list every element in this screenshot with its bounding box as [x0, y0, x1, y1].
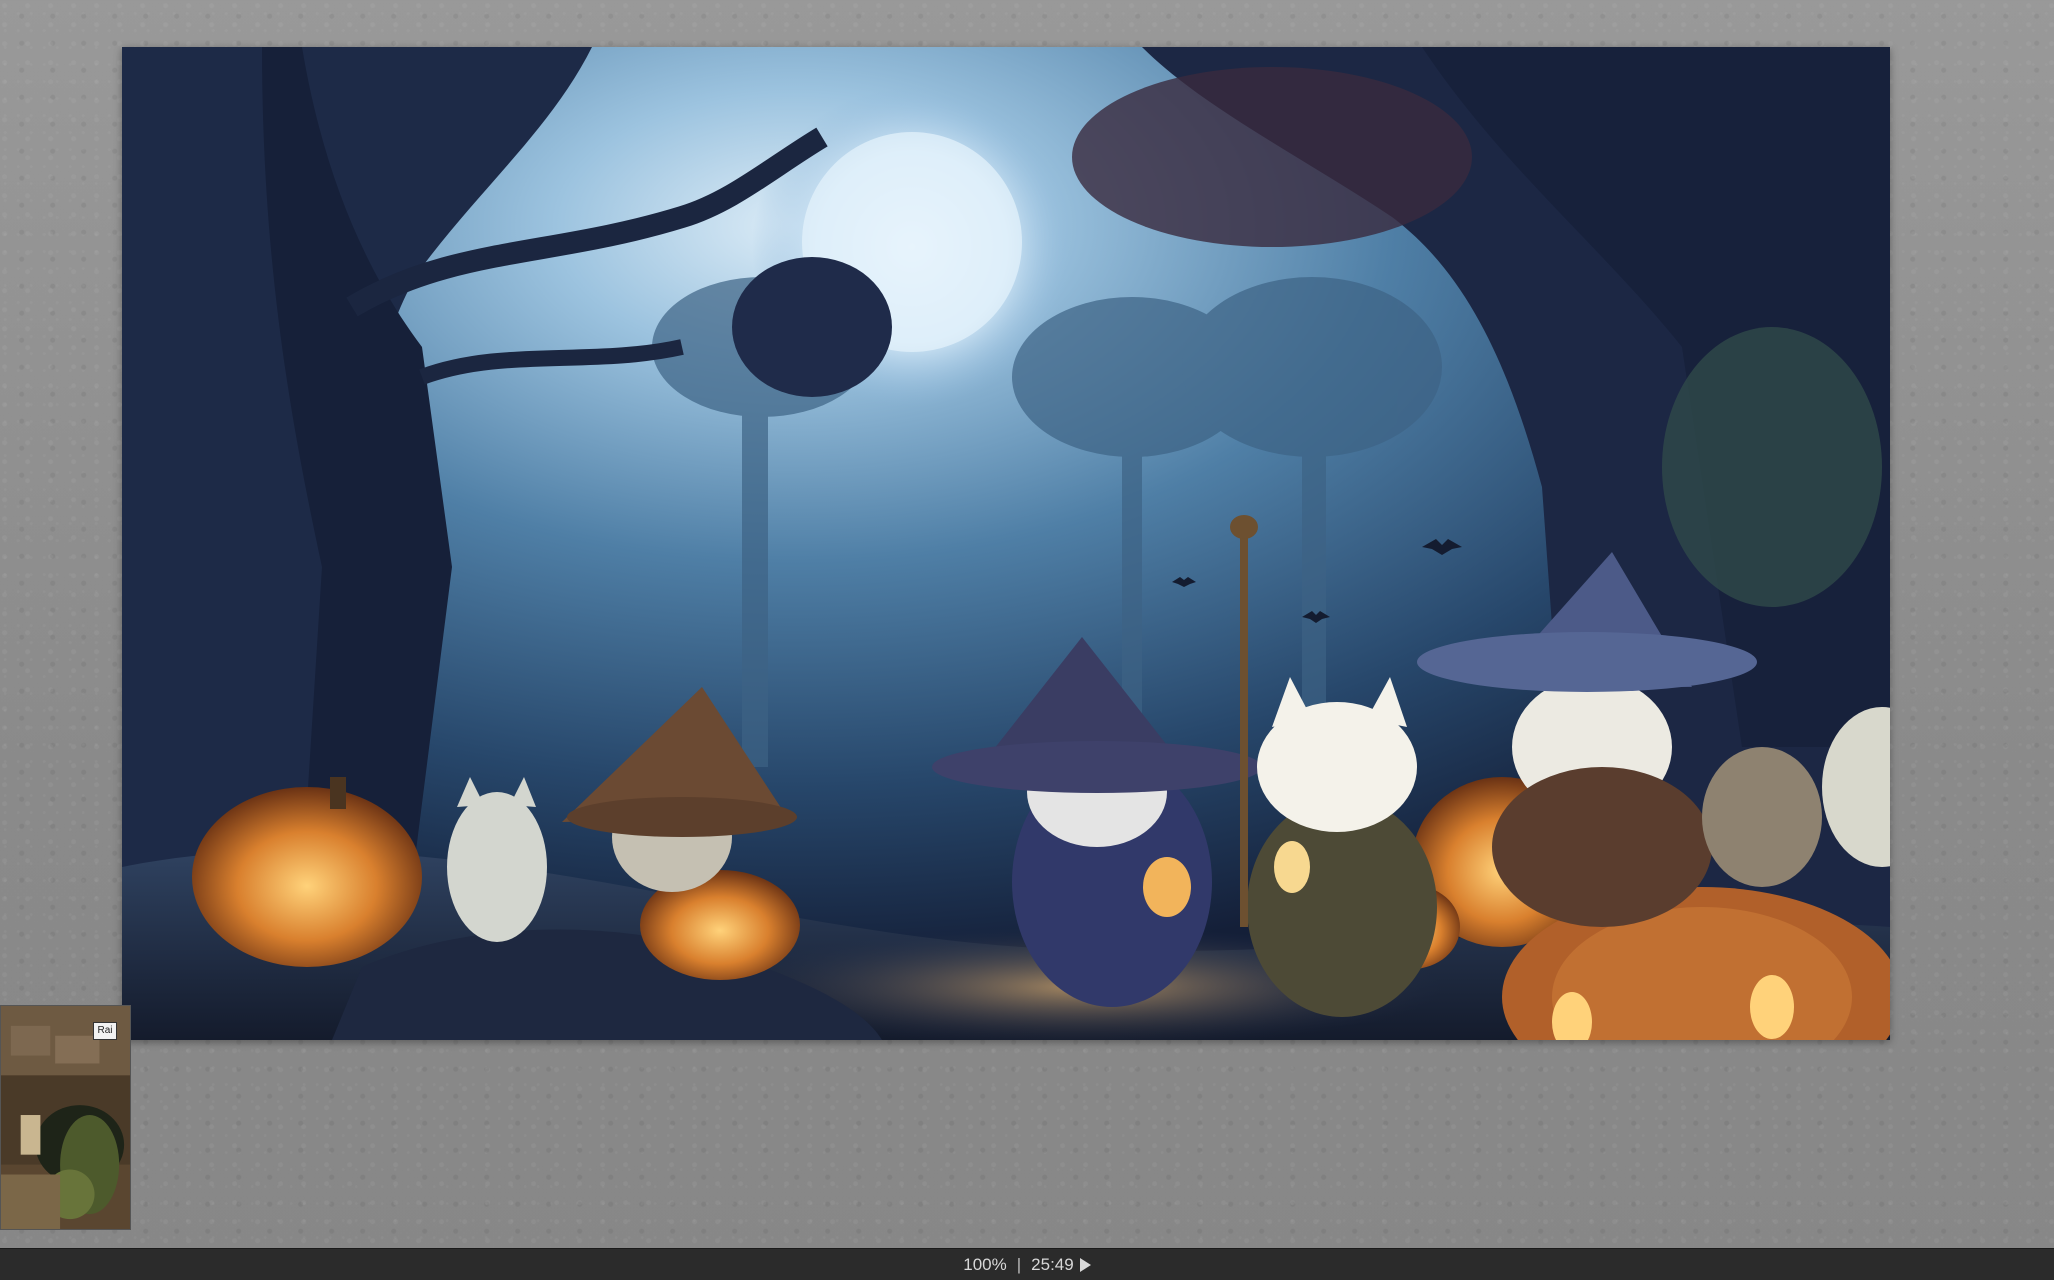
thumbnail-badge: Rai: [93, 1022, 117, 1040]
status-bar: 100% | 25:49: [0, 1248, 2054, 1280]
play-icon[interactable]: [1079, 1258, 1091, 1272]
filmstrip-thumbnail[interactable]: Rai: [0, 1005, 131, 1230]
image-viewer-stage: Rai: [0, 0, 2054, 1248]
slideshow-timer[interactable]: 25:49: [1031, 1255, 1091, 1275]
main-image[interactable]: [122, 47, 1890, 1040]
zoom-level[interactable]: 100%: [963, 1255, 1006, 1275]
slideshow-time: 25:49: [1031, 1255, 1074, 1274]
status-separator: |: [1016, 1255, 1022, 1274]
